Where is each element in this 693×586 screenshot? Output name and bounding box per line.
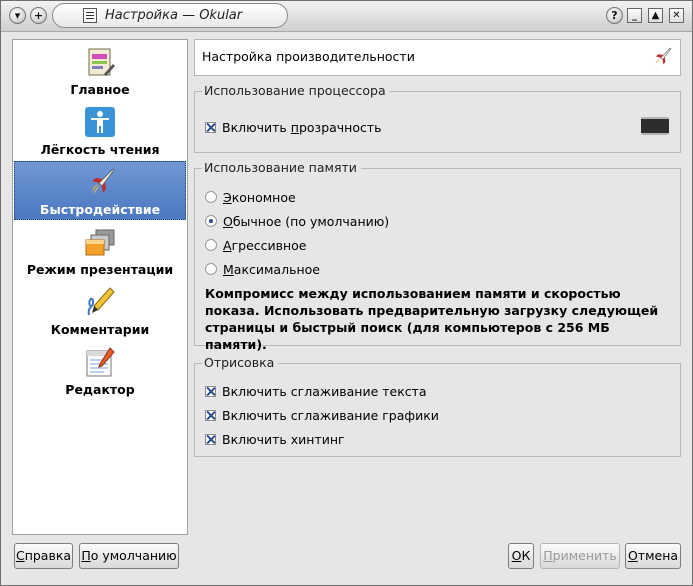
- chevron-down-icon: ▾: [14, 9, 21, 22]
- sidebar-item-accessibility[interactable]: Лёгкость чтения: [14, 102, 186, 161]
- help-button[interactable]: Справка: [14, 543, 73, 569]
- rocket-icon: [655, 47, 672, 65]
- checkbox-box[interactable]: [205, 434, 216, 445]
- sidebar-item-label: Режим презентации: [26, 262, 174, 277]
- sidebar-item-editor[interactable]: Редактор: [14, 342, 186, 401]
- cancel-button[interactable]: Отмена: [625, 543, 681, 569]
- page-title: Настройка производительности: [202, 49, 415, 64]
- memory-option-low[interactable]: Экономное: [205, 190, 296, 206]
- accessibility-icon: [85, 107, 115, 137]
- ok-button[interactable]: ОК: [508, 543, 534, 569]
- sidebar-item-label: Редактор: [65, 382, 135, 397]
- question-icon: ?: [611, 9, 618, 22]
- sidebar-item-general[interactable]: Главное: [14, 42, 186, 101]
- minimize-button[interactable]: _: [627, 8, 642, 23]
- sidebar-item-label: Быстродействие: [39, 202, 161, 217]
- general-settings-icon: [88, 48, 115, 76]
- sidebar-item-label: Главное: [70, 82, 130, 97]
- render-group-title: Отрисовка: [202, 355, 279, 370]
- memory-description: Компромисс между использованием памяти и…: [205, 286, 659, 352]
- radio-button[interactable]: [205, 239, 217, 251]
- render-group: Отрисовка Включить сглаживание текста Вк…: [194, 355, 681, 457]
- rocket-icon: [91, 168, 115, 195]
- sidebar-item-performance[interactable]: Быстродействие: [14, 161, 186, 220]
- page-header: Настройка производительности: [194, 39, 681, 76]
- minimize-icon: _: [632, 10, 637, 21]
- sidebar-item-label: Комментарии: [50, 322, 150, 337]
- sticky-button[interactable]: +: [30, 7, 47, 24]
- help-title-button[interactable]: ?: [606, 7, 623, 24]
- apply-button[interactable]: Применить: [540, 543, 620, 569]
- plus-icon: +: [33, 9, 44, 22]
- memory-usage-group: Использование памяти Экономное Обычное (…: [194, 160, 681, 352]
- sidebar-item-label: Лёгкость чтения: [40, 142, 160, 157]
- graphics-antialias-checkbox[interactable]: Включить сглаживание графики: [205, 408, 439, 424]
- memory-group-title: Использование памяти: [202, 160, 361, 175]
- radio-button[interactable]: [205, 263, 217, 275]
- title-pill: Настройка — Okular: [52, 3, 288, 28]
- memory-option-greedy[interactable]: Максимальное: [205, 262, 320, 278]
- maximize-icon: ▲: [651, 10, 660, 21]
- sidebar-item-annotations[interactable]: Комментарии: [14, 282, 186, 341]
- memory-option-aggressive[interactable]: Агрессивное: [205, 238, 307, 254]
- checkbox-box[interactable]: [205, 122, 216, 133]
- radio-button[interactable]: [205, 215, 217, 227]
- title-bar[interactable]: ▾ + Настройка — Okular ? _ ▲ ✕: [1, 1, 692, 32]
- text-antialias-checkbox[interactable]: Включить сглаживание текста: [205, 384, 427, 400]
- cpu-usage-group: Использование процессора Включить прозра…: [194, 83, 681, 153]
- window-menu-button[interactable]: ▾: [9, 7, 26, 24]
- window-title: Настройка — Okular: [105, 8, 243, 23]
- settings-sidebar: Главное Лёгкость чтения Быстродействие Р…: [12, 39, 188, 535]
- editor-notepad-icon: [86, 347, 115, 377]
- close-button[interactable]: ✕: [669, 8, 684, 23]
- checkbox-box[interactable]: [205, 410, 216, 421]
- settings-window: ▾ + Настройка — Okular ? _ ▲ ✕ Главное Л…: [0, 0, 693, 586]
- hinting-checkbox[interactable]: Включить хинтинг: [205, 432, 345, 448]
- cpu-group-title: Использование процессора: [202, 83, 390, 98]
- presentation-icon: [85, 229, 115, 256]
- maximize-button[interactable]: ▲: [648, 8, 663, 23]
- document-icon: [83, 8, 97, 23]
- defaults-button[interactable]: По умолчанию: [79, 543, 179, 569]
- memory-option-normal[interactable]: Обычное (по умолчанию): [205, 214, 389, 230]
- close-icon: ✕: [672, 10, 681, 21]
- cpu-chip-icon: [641, 117, 669, 135]
- sidebar-item-presentation[interactable]: Режим презентации: [14, 222, 186, 281]
- annotations-pen-icon: [87, 287, 115, 316]
- radio-button[interactable]: [205, 191, 217, 203]
- transparency-checkbox[interactable]: Включить прозрачность: [205, 120, 382, 136]
- checkbox-box[interactable]: [205, 386, 216, 397]
